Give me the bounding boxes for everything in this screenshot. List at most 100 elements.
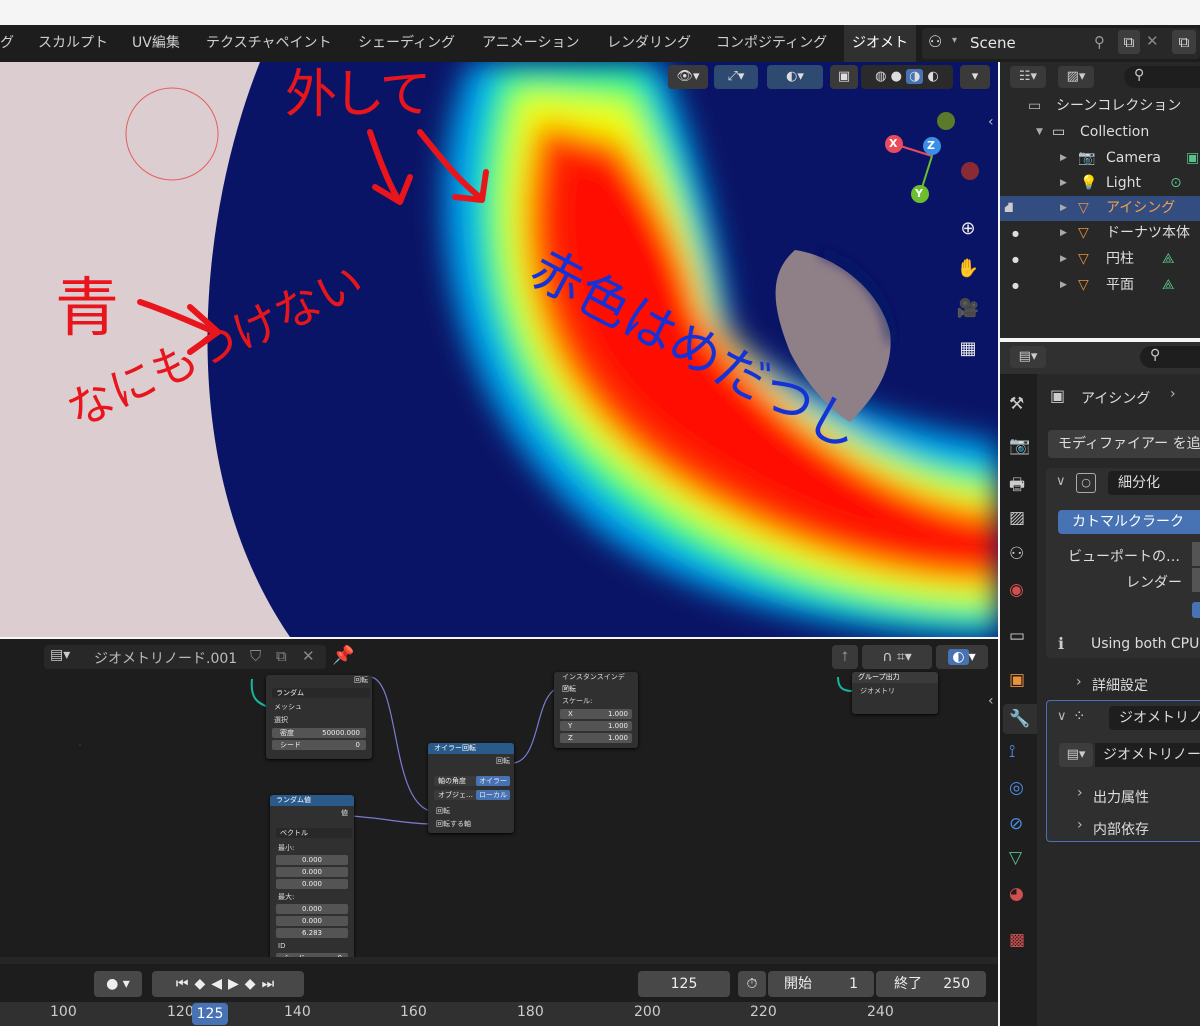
material-preview-icon[interactable]: ◑: [906, 69, 924, 84]
solid-icon[interactable]: ●: [891, 69, 902, 84]
outliner-search-input[interactable]: ⚲: [1124, 66, 1200, 88]
play-icon[interactable]: ▶: [228, 976, 245, 992]
light-data-icon[interactable]: ⊙: [1170, 171, 1182, 196]
outliner-item-cylinder[interactable]: ● ▶ ▽ 円柱 ⟁: [1000, 247, 1200, 272]
output-attributes-section[interactable]: 出力属性: [1093, 787, 1149, 807]
min-x-field[interactable]: 0.000: [276, 855, 348, 865]
instance-on-points-node[interactable]: インスタンスインデッ… 回転 スケール: X 1.000 Y 1.000 Z 1.00…: [554, 672, 638, 748]
catmull-clark-button[interactable]: カトマルクラーク: [1058, 510, 1200, 534]
shading-options-chevron-icon[interactable]: ▾: [960, 65, 990, 89]
outliner-item-plane[interactable]: ● ▶ ▽ 平面 ⟁: [1000, 273, 1200, 298]
prev-keyframe-icon[interactable]: ◆: [194, 976, 211, 992]
outliner-collection[interactable]: ▼ ▭ Collection: [1000, 120, 1200, 145]
modifier-name-field[interactable]: 細分化: [1108, 471, 1200, 495]
hand-icon[interactable]: ✋: [953, 254, 983, 284]
stopwatch-icon[interactable]: ⏱: [738, 971, 766, 997]
modifier-name-field[interactable]: ジオメトリノ: [1109, 706, 1200, 730]
ortho-grid-icon[interactable]: ▦: [953, 334, 983, 364]
outliner-scene-collection[interactable]: ▭ シーンコレクション: [1000, 94, 1200, 119]
data-tab-icon[interactable]: ▽: [1009, 848, 1022, 868]
output-tab-icon[interactable]: 🖶: [1009, 472, 1025, 501]
outliner-display-mode-icon[interactable]: ☷▾: [1010, 66, 1046, 88]
tab-uv-editing[interactable]: UV編集: [132, 25, 180, 62]
new-scene-icon[interactable]: ⧉: [1118, 30, 1140, 54]
expand-triangle-icon[interactable]: ▶: [1060, 146, 1067, 171]
mesh-data-icon[interactable]: ⟁: [1162, 273, 1175, 298]
toggle-value[interactable]: ローカル: [476, 790, 510, 800]
3d-viewport[interactable]: 外して 青 なにもつけない 赤色はめだつし 👁▾ ⤢▾ ◐▾ ▣ ◍ ● ◑ ◐…: [0, 62, 998, 637]
duplicate-icon[interactable]: ⧉: [276, 647, 287, 665]
distribute-mode-dropdown[interactable]: ランダム: [272, 688, 370, 698]
properties-search-input[interactable]: ⚲: [1140, 346, 1200, 368]
snap-icon[interactable]: ∩ ⌗▾: [862, 645, 932, 669]
navigation-gizmo[interactable]: X Z Y: [880, 112, 990, 222]
scale-z-field[interactable]: Z 1.000: [560, 733, 632, 743]
close-icon[interactable]: ✕: [302, 647, 315, 665]
render-levels-field[interactable]: [1192, 568, 1200, 592]
wireframe-icon[interactable]: ◍: [875, 69, 886, 84]
texture-tab-icon[interactable]: ▩: [1009, 930, 1025, 950]
optimal-display-checkbox[interactable]: [1192, 602, 1200, 618]
camera-data-icon[interactable]: ▣: [1186, 146, 1199, 171]
tool-tab-icon[interactable]: ⚒: [1009, 394, 1024, 414]
node-tree-name[interactable]: ジオメトリノード.001: [94, 648, 237, 668]
node-editor[interactable]: ▤▾ ジオメトリノード.001 ⛉ ⧉ ✕ 📌 ⭡ ∩ ⌗▾ ◐ ▾ ‹ 回転 ラ…: [0, 639, 998, 964]
scale-x-field[interactable]: X 1.000: [560, 709, 632, 719]
view-layer-tab-icon[interactable]: ▨: [1009, 508, 1025, 528]
playhead[interactable]: 125: [192, 1003, 228, 1025]
max-x-field[interactable]: 0.000: [276, 904, 348, 914]
node-editor-scrollbar[interactable]: [0, 957, 998, 964]
tab-texture-paint[interactable]: テクスチャペイント: [206, 25, 331, 62]
viewport-levels-field[interactable]: [1192, 542, 1200, 566]
node-tree-type-icon[interactable]: ▤▾: [50, 647, 70, 663]
tab-layout[interactable]: グ: [0, 25, 14, 62]
keying-record-icon[interactable]: ● ▾: [94, 971, 142, 997]
tab-shading[interactable]: シェーディング: [358, 25, 455, 62]
outliner-item-icing[interactable]: ⛘ ▶ ▽ アイシング: [1000, 196, 1200, 221]
node-tree-browse-icon[interactable]: ▤▾: [1059, 743, 1093, 767]
space-toggle[interactable]: オブジェ… ローカル: [434, 790, 510, 800]
parent-node-icon[interactable]: ⭡: [832, 645, 858, 669]
tab-sculpt[interactable]: スカルプト: [38, 25, 108, 62]
gizmo-toggle-icon[interactable]: ⤢▾: [714, 65, 758, 89]
scene-selector[interactable]: ⚇ ▾ Scene ⚲ ⧉ ✕ ⧉: [922, 28, 1200, 59]
timeline[interactable]: ● ▾ ⏮◆◀▶◆⏭ 125 ⏱ 開始 1 終了 250 100 120 140…: [0, 964, 998, 1026]
tab-geometry-nodes[interactable]: ジオメト: [844, 25, 916, 62]
internal-deps-section[interactable]: 内部依存: [1093, 819, 1149, 839]
max-y-field[interactable]: 0.000: [276, 916, 348, 926]
distribute-points-node[interactable]: 回転 ランダム メッシュ 選択 密度 50000.000 シード 0: [266, 675, 372, 759]
scene-tab-icon[interactable]: ⚇: [1009, 544, 1024, 564]
tab-compositing[interactable]: コンポジティング: [716, 25, 827, 62]
sidebar-toggle-chevron-icon[interactable]: ‹: [988, 114, 994, 130]
play-reverse-icon[interactable]: ◀: [211, 976, 228, 992]
toggle-value[interactable]: オイラー: [476, 776, 510, 786]
physics-tab-icon[interactable]: ◎: [1009, 778, 1024, 798]
mesh-data-icon[interactable]: ⟁: [1162, 247, 1175, 272]
shield-icon[interactable]: ⛉: [250, 647, 261, 665]
overlay-toggle-icon[interactable]: ◐▾: [767, 65, 823, 89]
outliner-item-donut[interactable]: ● ▶ ▽ ドーナツ本体: [1000, 221, 1200, 246]
zoom-icon[interactable]: ⊕: [953, 214, 983, 244]
node-tree-field[interactable]: ジオメトリノー: [1095, 743, 1200, 767]
axis-angle-toggle[interactable]: 軸の角度 オイラー: [434, 776, 510, 786]
expand-chevron-icon[interactable]: ›: [1077, 785, 1083, 801]
world-tab-icon[interactable]: ◉: [1009, 580, 1024, 600]
add-modifier-button[interactable]: モディファイアー を追加: [1048, 430, 1200, 458]
min-y-field[interactable]: 0.000: [276, 867, 348, 877]
min-z-field[interactable]: 0.000: [276, 879, 348, 889]
collapse-chevron-icon[interactable]: ∨: [1056, 474, 1066, 489]
advanced-section[interactable]: 詳細設定: [1092, 675, 1148, 695]
pin-icon[interactable]: 📌: [332, 645, 354, 666]
seed-field[interactable]: シード 0: [272, 740, 366, 750]
tab-rendering[interactable]: レンダリング: [607, 25, 691, 62]
current-frame-field[interactable]: 125: [638, 971, 730, 997]
data-type-dropdown[interactable]: ベクトル: [276, 828, 352, 838]
group-output-node[interactable]: グループ出力 ジオメトリ: [852, 672, 938, 714]
tab-animation[interactable]: アニメーション: [482, 25, 579, 62]
close-icon[interactable]: ✕: [1146, 32, 1159, 50]
view-layer-icon[interactable]: ⧉: [1172, 30, 1196, 54]
editor-type-icon[interactable]: ▤▾: [1010, 346, 1046, 368]
outliner-item-camera[interactable]: ▶ 📷 Camera ▣: [1000, 146, 1200, 171]
render-tab-icon[interactable]: 📷: [1009, 436, 1030, 456]
constraints-tab-icon[interactable]: ⊘: [1009, 814, 1023, 834]
